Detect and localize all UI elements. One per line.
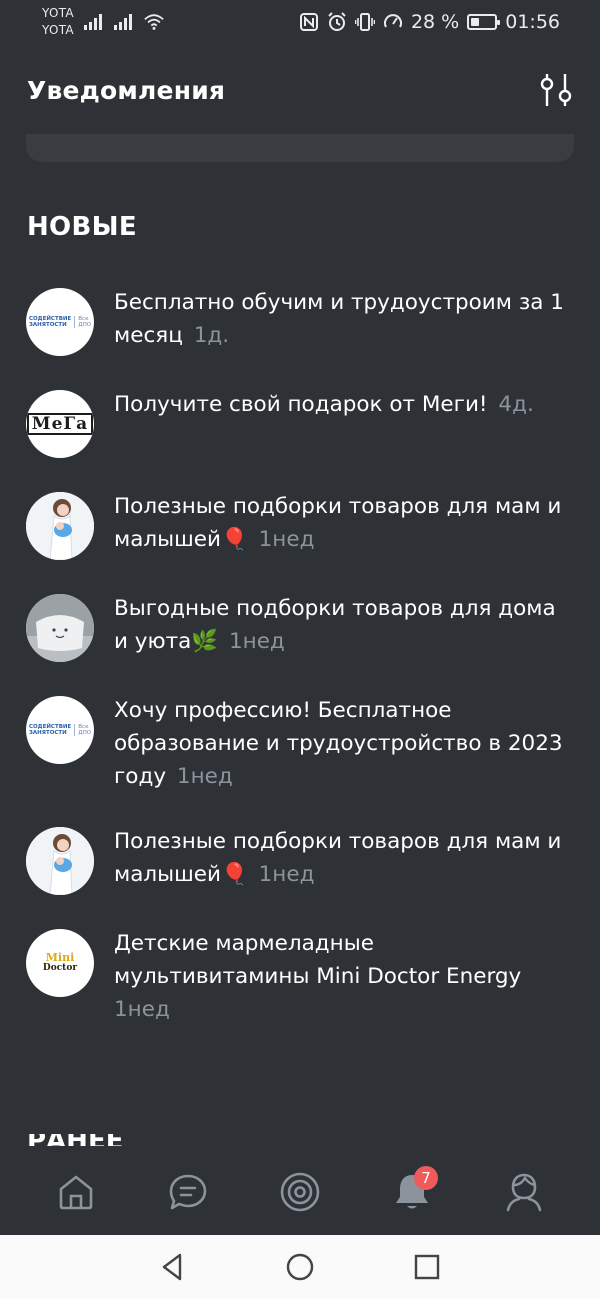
- home-circle-icon: [286, 1253, 314, 1281]
- notification-item[interactable]: СОДЕЙСТВИЕ ЗАНЯТОСТИ Все ДПО Бесплатно обуч…: [0, 284, 600, 356]
- section-title-earlier: РАНЕЕ: [27, 1134, 123, 1146]
- mega-logo: MeГa: [26, 413, 94, 435]
- signal-icon: [83, 14, 104, 30]
- status-bar: YOTA YOTA 28 % 01:56: [0, 0, 600, 44]
- notification-message: Детские мармеладные мультивитамины Mini …: [114, 931, 522, 989]
- notification-time: 4д.: [498, 392, 534, 417]
- nav-notifications-button[interactable]: 7: [382, 1162, 442, 1222]
- page-title: Уведомления: [27, 75, 226, 105]
- section-title-new: НОВЫЕ: [27, 212, 137, 242]
- avatar: MeГa: [26, 390, 94, 458]
- notification-time: 1нед: [228, 629, 285, 654]
- mini-doctor-logo: Mini Doctor: [42, 951, 78, 973]
- notification-item[interactable]: MeГa Получите свой подарок от Меги! 4д.: [0, 386, 600, 458]
- carrier-1: YOTA: [42, 6, 74, 20]
- notification-text: Детские мармеладные мультивитамины Mini …: [114, 925, 574, 1026]
- notification-time: 1нед: [176, 764, 233, 789]
- carriers: YOTA YOTA: [42, 5, 74, 39]
- nav-discover-button[interactable]: [270, 1162, 330, 1222]
- notification-text: Выгодные подборки товаров для дома и уют…: [114, 590, 574, 658]
- notification-time: 1нед: [258, 862, 315, 887]
- previous-card-bottom: [26, 134, 574, 162]
- notification-item[interactable]: Mini Doctor Детские мармеладные мультивит…: [0, 925, 600, 1026]
- notification-message: Полезные подборки товаров для мам и малы…: [114, 829, 562, 887]
- discover-icon: [280, 1172, 320, 1212]
- home-icon: [59, 1175, 93, 1210]
- messages-icon: [169, 1174, 207, 1210]
- notification-text: Получите свой подарок от Меги! 4д.: [114, 386, 534, 421]
- avatar: Mini Doctor: [26, 929, 94, 997]
- notification-time: 1д.: [193, 323, 230, 348]
- nav-profile-button[interactable]: [494, 1162, 554, 1222]
- system-home-button[interactable]: [275, 1242, 325, 1292]
- avatar: [26, 492, 94, 560]
- system-navigation: [0, 1235, 600, 1299]
- notification-item[interactable]: Полезные подборки товаров для мам и малы…: [0, 488, 600, 560]
- notification-message: Полезные подборки товаров для мам и малы…: [114, 494, 562, 552]
- mom-baby-illustration: [26, 827, 94, 895]
- szn-logo: СОДЕЙСТВИЕ ЗАНЯТОСТИ Все ДПО: [28, 315, 92, 328]
- szn-logo: СОДЕЙСТВИЕ ЗАНЯТОСТИ Все ДПО: [28, 723, 92, 736]
- avatar: [26, 827, 94, 895]
- system-back-button[interactable]: [148, 1242, 198, 1292]
- battery-level: [471, 18, 479, 26]
- battery-percent: 28 %: [410, 11, 460, 33]
- system-recents-button[interactable]: [402, 1242, 452, 1292]
- mom-baby-illustration: [26, 492, 94, 560]
- nav-home-button[interactable]: [46, 1162, 106, 1222]
- clock: 01:56: [505, 11, 560, 33]
- notification-text: Хочу профессию! Бесплатное образование и…: [114, 692, 574, 793]
- notification-item[interactable]: Выгодные подборки товаров для дома и уют…: [0, 590, 600, 662]
- filter-sliders-icon: [540, 74, 572, 106]
- carrier-2: YOTA: [42, 23, 74, 37]
- notification-text: Бесплатно обучим и трудоустроим за 1 мес…: [114, 284, 574, 352]
- notifications-badge: 7: [414, 1166, 438, 1190]
- notification-text: Полезные подборки товаров для мам и малы…: [114, 823, 574, 891]
- nfc-icon: [299, 12, 319, 32]
- notification-list: СОДЕЙСТВИЕ ЗАНЯТОСТИ Все ДПО Бесплатно обуч…: [0, 284, 600, 1056]
- avatar: [26, 594, 94, 662]
- battery-icon: [467, 14, 501, 30]
- profile-icon: [506, 1173, 542, 1212]
- notification-item[interactable]: СОДЕЙСТВИЕ ЗАНЯТОСТИ Все ДПО Хочу профессию…: [0, 692, 600, 793]
- notification-message: Бесплатно обучим и трудоустроим за 1 мес…: [114, 290, 564, 348]
- recents-square-icon: [414, 1254, 439, 1280]
- vibrate-icon: [354, 12, 375, 32]
- pillow-illustration: [26, 594, 94, 662]
- back-icon: [163, 1253, 182, 1281]
- avatar: СОДЕЙСТВИЕ ЗАНЯТОСТИ Все ДПО: [26, 288, 94, 356]
- notification-time: 1нед: [258, 527, 315, 552]
- filter-button[interactable]: [536, 70, 576, 110]
- notification-time: 1нед: [114, 997, 170, 1022]
- speed-icon: [383, 12, 403, 32]
- bottom-navigation: 7: [0, 1150, 600, 1234]
- nav-messages-button[interactable]: [158, 1162, 218, 1222]
- alarm-icon: [327, 12, 347, 32]
- carrier-block: YOTA YOTA: [42, 5, 164, 39]
- header: Уведомления: [0, 52, 600, 128]
- wifi-icon: [144, 12, 164, 32]
- signal-icon: [113, 14, 134, 30]
- notification-message: Выгодные подборки товаров для дома и уют…: [114, 596, 556, 654]
- status-right: 28 % 01:56: [299, 11, 560, 33]
- notification-text: Полезные подборки товаров для мам и малы…: [114, 488, 574, 556]
- avatar: СОДЕЙСТВИЕ ЗАНЯТОСТИ Все ДПО: [26, 696, 94, 764]
- notification-item[interactable]: Полезные подборки товаров для мам и малы…: [0, 823, 600, 895]
- notification-message: Получите свой подарок от Меги!: [114, 392, 488, 417]
